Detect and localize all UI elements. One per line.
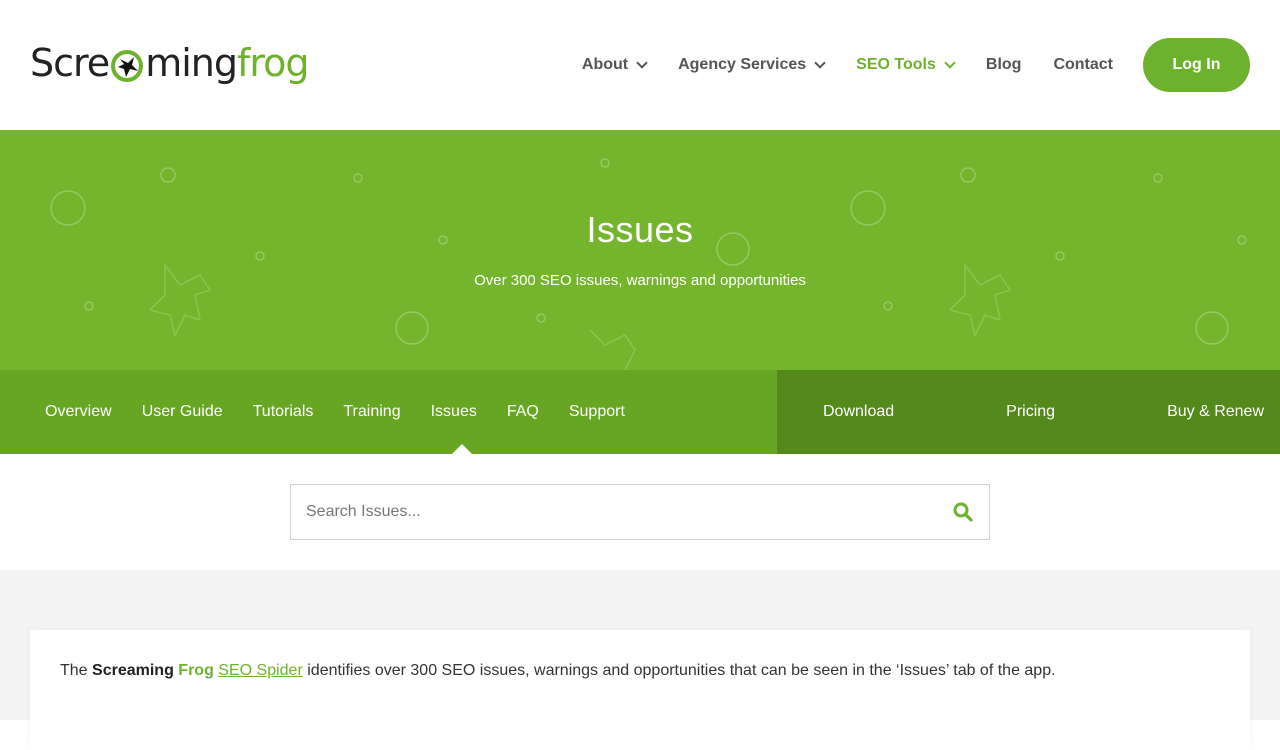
site-logo[interactable]: Scre mingfrog xyxy=(30,40,310,86)
subnav-tutorials[interactable]: Tutorials xyxy=(253,403,314,421)
intro-the: The xyxy=(60,662,88,679)
nav-contact[interactable]: Contact xyxy=(1053,56,1113,74)
intro-card: The Screaming Frog SEO Spider identifies… xyxy=(30,630,1250,750)
subnav-primary: Overview User Guide Tutorials Training I… xyxy=(0,370,777,454)
nav-about-label: About xyxy=(581,56,629,73)
subnav-user-guide[interactable]: User Guide xyxy=(142,403,223,421)
chevron-down-icon xyxy=(944,57,956,69)
search-icon[interactable] xyxy=(937,485,989,539)
subnav-faq[interactable]: FAQ xyxy=(507,403,539,421)
active-tab-indicator xyxy=(452,444,472,454)
intro-paragraph: The Screaming Frog SEO Spider identifies… xyxy=(30,630,1250,712)
nav-seo-tools-label: SEO Tools xyxy=(856,56,936,73)
intro-brand-green: Frog xyxy=(178,662,214,679)
subnav-training[interactable]: Training xyxy=(343,403,400,421)
intro-rest: identifies over 300 SEO issues, warnings… xyxy=(307,662,1056,679)
search-input[interactable] xyxy=(291,484,937,540)
page-subtitle: Over 300 SEO issues, warnings and opport… xyxy=(474,272,806,289)
frog-logo-icon xyxy=(111,49,144,82)
chevron-down-icon xyxy=(814,57,826,69)
site-header: Scre mingfrog About Agency Services SEO T… xyxy=(0,0,1280,130)
nav-blog[interactable]: Blog xyxy=(986,56,1022,74)
chevron-down-icon xyxy=(636,57,648,69)
hero-banner: Issues Over 300 SEO issues, warnings and… xyxy=(0,130,1280,370)
intro-brand-dark: Screaming xyxy=(92,662,174,679)
login-button[interactable]: Log In xyxy=(1143,38,1250,92)
logo-text-part1: Scre xyxy=(30,41,110,85)
nav-agency-services[interactable]: Agency Services xyxy=(678,56,826,74)
content-area: The Screaming Frog SEO Spider identifies… xyxy=(0,570,1280,750)
search-box xyxy=(290,484,990,540)
subnav-secondary: Download Pricing Buy & Renew xyxy=(777,370,1280,454)
seo-spider-link[interactable]: SEO Spider xyxy=(218,662,302,679)
nav-seo-tools[interactable]: SEO Tools xyxy=(856,56,956,74)
search-section xyxy=(0,454,1280,570)
subnav-download[interactable]: Download xyxy=(823,403,894,421)
nav-agency-services-label: Agency Services xyxy=(678,56,807,73)
page-title: Issues xyxy=(586,209,694,250)
main-nav: About Agency Services SEO Tools Blog Con… xyxy=(550,38,1250,92)
subnav-buy-renew[interactable]: Buy & Renew xyxy=(1167,403,1264,421)
subnav-issues[interactable]: Issues xyxy=(431,403,477,421)
subnav-support[interactable]: Support xyxy=(569,403,625,421)
nav-about[interactable]: About xyxy=(581,56,648,74)
logo-text-part2: ming xyxy=(145,41,238,85)
subnav-overview[interactable]: Overview xyxy=(45,403,112,421)
nav-blog-label: Blog xyxy=(985,56,1022,73)
subnav-pricing[interactable]: Pricing xyxy=(1006,403,1055,421)
nav-contact-label: Contact xyxy=(1053,56,1113,73)
logo-text-part3: frog xyxy=(236,41,310,85)
product-subnav: Overview User Guide Tutorials Training I… xyxy=(0,370,1280,454)
